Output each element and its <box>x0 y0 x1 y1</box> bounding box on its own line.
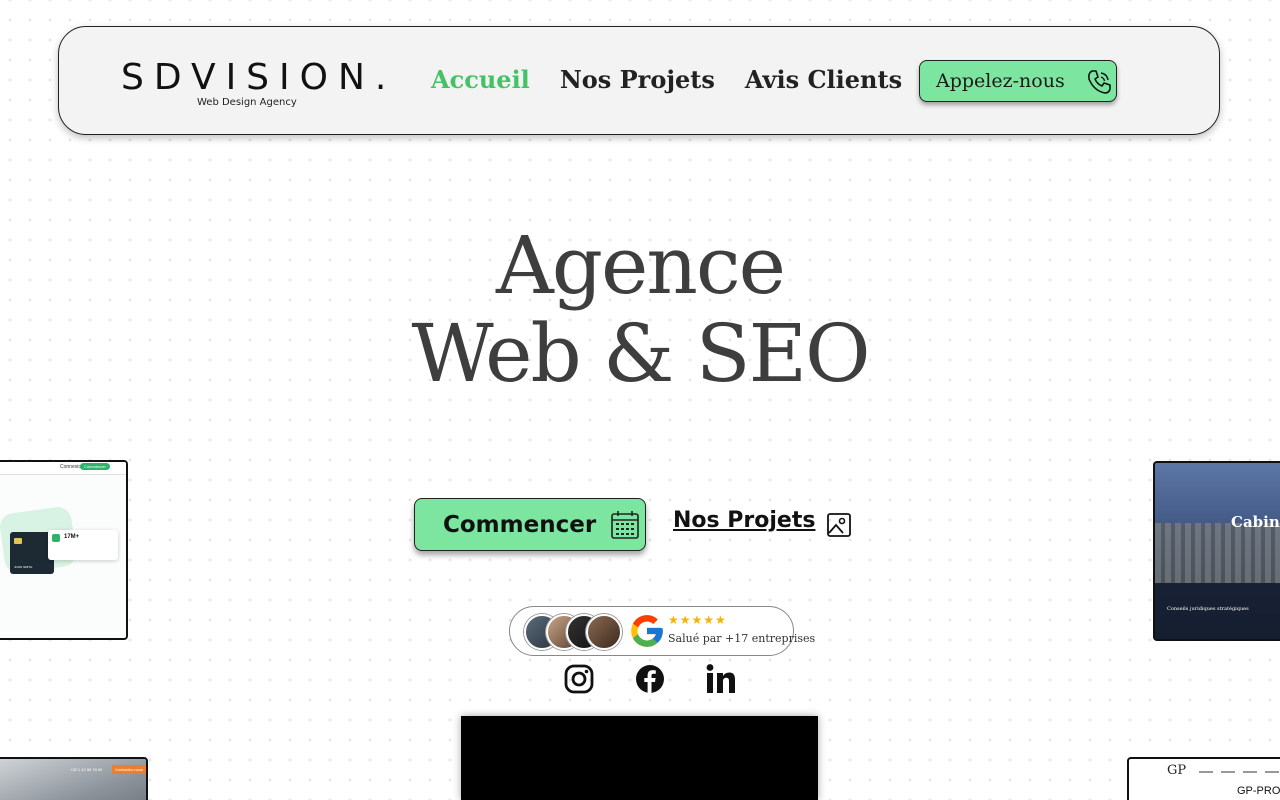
project-preview-interior[interactable]: +33 1 42 56 78 90 Contactez-nous <box>0 757 148 800</box>
hero-title-line-2: Web & SEO <box>411 307 870 400</box>
call-button-label: Appelez-nous <box>936 70 1065 92</box>
google-reviews-badge[interactable]: ★★★★★ Salué par +17 entreprises <box>509 606 815 656</box>
hero-title: Agence Web & SEO <box>340 222 940 398</box>
preview-stat: 17M+ <box>64 534 80 540</box>
call-button[interactable]: Appelez-nous <box>919 60 1117 102</box>
image-icon[interactable] <box>826 512 852 538</box>
calendar-icon <box>611 511 639 539</box>
stat-icon <box>52 534 60 542</box>
start-button-label: Commencer <box>443 511 597 538</box>
logo[interactable]: SDVISION. Web Design Agency <box>121 57 386 113</box>
instagram-icon[interactable] <box>562 662 596 696</box>
preview-nav-links <box>1199 771 1280 773</box>
hero-title-line-1: Agence <box>496 219 786 312</box>
main-nav: Accueil Nos Projets Avis Clients <box>431 65 902 94</box>
preview-contact-button: Contactez-nous <box>112 765 146 774</box>
preview-overlay <box>1155 583 1280 639</box>
preview-card-name: JOHN SMITH <box>14 565 33 569</box>
preview-logo: GP <box>1167 763 1187 778</box>
preview-nav-button: Commencer <box>80 463 110 470</box>
preview-building-facade <box>1155 523 1280 583</box>
logo-wordmark: SDVISION. <box>121 57 397 98</box>
reviews-text: Salué par +17 entreprises <box>668 632 816 645</box>
card-chip-icon <box>14 538 22 544</box>
rating-stars: ★★★★★ <box>668 613 727 627</box>
preview-title: GP-PRO <box>1237 785 1280 797</box>
phone-icon <box>1088 70 1111 94</box>
preview-subtitle: Conseils juridiques stratégiques <box>1167 606 1249 612</box>
project-preview-fintech[interactable]: Connexion Commencer JOHN SMITH 17M+ <box>0 460 128 640</box>
video-player[interactable] <box>461 716 818 800</box>
preview-title: Cabine <box>1231 513 1280 531</box>
nav-item-accueil[interactable]: Accueil <box>431 65 530 94</box>
linkedin-icon[interactable] <box>704 662 738 696</box>
facebook-icon[interactable] <box>633 662 667 696</box>
site-header: SDVISION. Web Design Agency Accueil Nos … <box>58 26 1220 135</box>
nav-item-avis-clients[interactable]: Avis Clients <box>745 65 902 94</box>
project-preview-law-firm[interactable]: Cabine Conseils juridiques stratégiques <box>1153 461 1280 641</box>
preview-phone: +33 1 42 56 78 90 <box>70 767 103 772</box>
projects-link[interactable]: Nos Projets <box>673 508 815 533</box>
nav-item-nos-projets[interactable]: Nos Projets <box>560 65 715 94</box>
start-button[interactable]: Commencer <box>414 498 646 551</box>
google-icon <box>631 615 663 647</box>
project-preview-gp-pro[interactable]: GP GP-PRO <box>1127 757 1280 800</box>
avatar <box>586 614 622 650</box>
logo-tagline: Web Design Agency <box>197 97 297 108</box>
